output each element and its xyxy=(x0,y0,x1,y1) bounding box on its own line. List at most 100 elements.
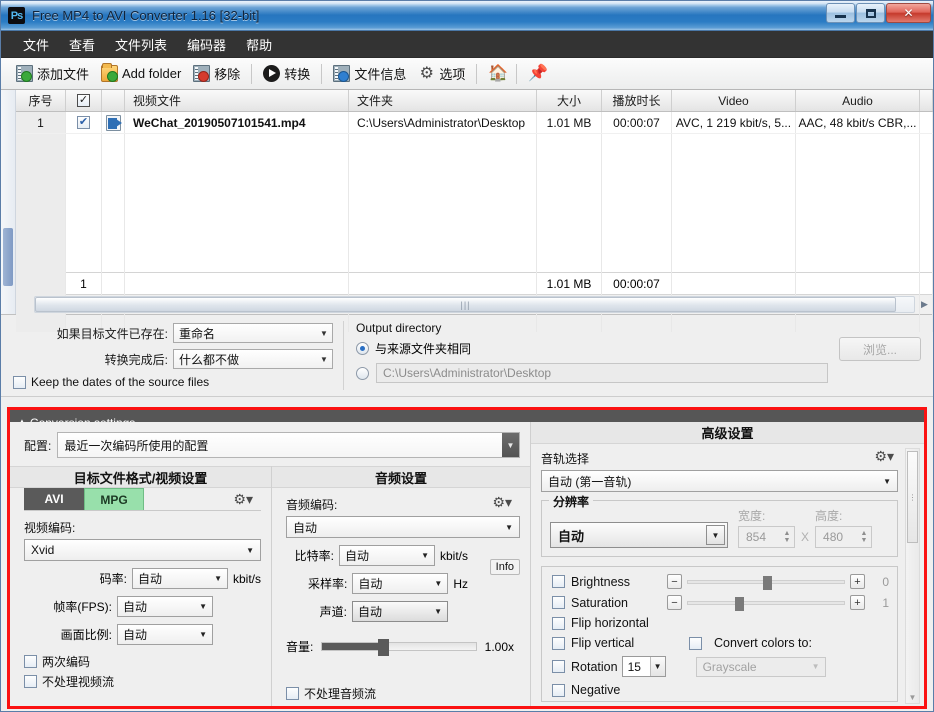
tab-avi[interactable]: AVI xyxy=(24,488,84,510)
hscroll-track[interactable]: ||| xyxy=(34,296,915,313)
column-header-video-file[interactable]: 视频文件 xyxy=(125,90,349,111)
brightness-slider-thumb[interactable] xyxy=(763,576,772,590)
same-as-source-radio[interactable] xyxy=(356,342,369,355)
pin-icon: 📌 xyxy=(528,65,545,82)
add-file-button[interactable]: 添加文件 xyxy=(10,62,95,85)
volume-slider-knob[interactable] xyxy=(378,639,389,656)
video-bitrate-combo[interactable]: 自动 ▼ xyxy=(132,568,228,589)
brightness-slider[interactable] xyxy=(687,580,845,584)
audio-bitrate-combo[interactable]: 自动 ▼ xyxy=(339,545,435,566)
resolution-combo[interactable]: 自动 ▼ xyxy=(550,522,728,548)
rotation-checkbox[interactable] xyxy=(552,660,565,673)
negative-row[interactable]: Negative xyxy=(552,683,889,697)
options-button[interactable]: ⚙ 选项 xyxy=(412,62,471,85)
menu-bar: 文件 查看 文件列表 编码器 帮助 xyxy=(1,31,933,58)
audio-track-combo[interactable]: 自动 (第一音轨) ▼ xyxy=(541,470,898,492)
spinner-arrows-icon[interactable]: ▲▼ xyxy=(780,527,794,547)
flip-horizontal-row[interactable]: Flip horizontal xyxy=(552,616,889,630)
convert-button[interactable]: 转换 xyxy=(257,62,316,85)
pin-button[interactable]: 📌 xyxy=(522,63,551,84)
height-spinner[interactable]: 480 ▲▼ xyxy=(815,526,872,548)
file-exists-combo[interactable]: 重命名 ▼ xyxy=(173,323,333,343)
brightness-checkbox[interactable] xyxy=(552,575,565,588)
audio-codec-combo[interactable]: 自动 ▼ xyxy=(286,516,520,538)
saturation-slider[interactable] xyxy=(687,601,845,605)
saturation-slider-thumb[interactable] xyxy=(735,597,744,611)
file-list-horizontal-scrollbar[interactable]: ◀ ||| ▶ xyxy=(16,294,933,314)
row-checkbox[interactable]: ✔ xyxy=(77,116,90,129)
spinner-arrows-icon[interactable]: ▲▼ xyxy=(857,527,871,547)
width-spinner[interactable]: 854 ▲▼ xyxy=(738,526,795,548)
hscroll-thumb[interactable]: ||| xyxy=(35,297,896,312)
convert-colors-combo[interactable]: Grayscale ▼ xyxy=(696,657,826,677)
maximize-button[interactable] xyxy=(856,3,885,23)
two-pass-checkbox[interactable] xyxy=(24,655,37,668)
keep-dates-checkbox[interactable] xyxy=(13,376,26,389)
menu-item-help[interactable]: 帮助 xyxy=(236,32,282,57)
advanced-scrollbar-thumb[interactable]: ⋮ xyxy=(907,451,918,543)
close-button[interactable]: ✕ xyxy=(886,3,931,23)
menu-item-encoder[interactable]: 编码器 xyxy=(177,32,236,57)
file-info-button[interactable]: 文件信息 xyxy=(327,62,412,85)
column-header-checkbox[interactable]: ✓ xyxy=(66,90,102,111)
select-all-checkbox[interactable]: ✓ xyxy=(77,94,90,107)
home-button[interactable]: 🏠 xyxy=(482,63,511,84)
play-icon xyxy=(263,65,280,82)
scroll-down-icon[interactable]: ▼ xyxy=(906,693,919,702)
chevron-down-icon[interactable]: ▼ xyxy=(706,525,725,545)
brightness-minus-button[interactable]: − xyxy=(667,574,682,589)
video-fps-combo[interactable]: 自动 ▼ xyxy=(117,596,213,617)
brightness-plus-button[interactable]: + xyxy=(850,574,865,589)
add-folder-button[interactable]: Add folder xyxy=(95,63,187,84)
video-codec-combo[interactable]: Xvid ▼ xyxy=(24,539,261,561)
saturation-minus-button[interactable]: − xyxy=(667,595,682,610)
flip-vertical-checkbox[interactable] xyxy=(552,637,565,650)
chevron-down-icon[interactable]: ▼ xyxy=(650,657,665,676)
advanced-gear-icon[interactable]: ⚙▾ xyxy=(874,448,894,465)
audio-samplerate-combo[interactable]: 自动 ▼ xyxy=(352,573,448,594)
menu-item-view[interactable]: 查看 xyxy=(59,32,105,57)
video-aspect-combo[interactable]: 自动 ▼ xyxy=(117,624,213,645)
column-header-size[interactable]: 大小 xyxy=(537,90,602,111)
audio-gear-icon[interactable]: ⚙▾ xyxy=(492,494,520,513)
two-pass-row[interactable]: 两次编码 xyxy=(24,653,261,670)
info-button[interactable]: Info xyxy=(490,559,520,575)
saturation-checkbox[interactable] xyxy=(552,596,565,609)
column-header-folder[interactable]: 文件夹 xyxy=(349,90,537,111)
menu-item-filelist[interactable]: 文件列表 xyxy=(105,32,177,57)
row-checkbox-cell[interactable]: ✔ xyxy=(66,112,102,133)
no-audio-stream-checkbox[interactable] xyxy=(286,687,299,700)
after-convert-combo[interactable]: 什么都不做 ▼ xyxy=(173,349,333,369)
keep-dates-row[interactable]: Keep the dates of the source files xyxy=(1,375,333,389)
column-header-video[interactable]: Video xyxy=(672,90,796,111)
minimize-button[interactable] xyxy=(826,3,855,23)
no-audio-stream-row[interactable]: 不处理音频流 xyxy=(286,685,376,702)
flip-horizontal-checkbox[interactable] xyxy=(552,617,565,630)
saturation-plus-button[interactable]: + xyxy=(850,595,865,610)
file-list-vertical-scrollbar[interactable] xyxy=(1,90,16,314)
negative-checkbox[interactable] xyxy=(552,684,565,697)
chevron-down-icon[interactable]: ▼ xyxy=(502,433,519,457)
audio-channels-combo[interactable]: 自动 ▼ xyxy=(352,601,448,622)
browse-button[interactable]: 浏览... xyxy=(839,337,921,361)
same-as-source-row[interactable]: 与来源文件夹相同 xyxy=(356,340,923,357)
profile-combo[interactable]: 最近一次编码所使用的配置 ▼ xyxy=(57,432,520,458)
menu-item-file[interactable]: 文件 xyxy=(13,32,59,57)
no-video-stream-checkbox[interactable] xyxy=(24,675,37,688)
tab-mpg[interactable]: MPG xyxy=(84,488,144,510)
remove-button[interactable]: 移除 xyxy=(187,62,246,85)
custom-path-row[interactable]: C:\Users\Administrator\Desktop xyxy=(356,363,923,383)
convert-colors-checkbox[interactable] xyxy=(689,637,702,650)
column-header-duration[interactable]: 播放时长 xyxy=(602,90,672,111)
rotation-spinner[interactable]: 15 ▼ xyxy=(622,656,666,677)
scrollbar-thumb[interactable] xyxy=(3,228,13,286)
column-header-index[interactable]: 序号 xyxy=(16,90,66,111)
advanced-vertical-scrollbar[interactable]: ⋮ ▼ xyxy=(905,448,920,704)
volume-slider[interactable] xyxy=(321,642,476,651)
custom-path-radio[interactable] xyxy=(356,367,369,380)
video-gear-icon[interactable]: ⚙▾ xyxy=(233,491,261,510)
no-video-stream-row[interactable]: 不处理视频流 xyxy=(24,673,261,690)
column-header-audio[interactable]: Audio xyxy=(796,90,920,111)
table-row[interactable]: 1 ✔ WeChat_20190507101541.mp4 C:\Users\A… xyxy=(16,112,933,134)
custom-path-input[interactable]: C:\Users\Administrator\Desktop xyxy=(376,363,828,383)
